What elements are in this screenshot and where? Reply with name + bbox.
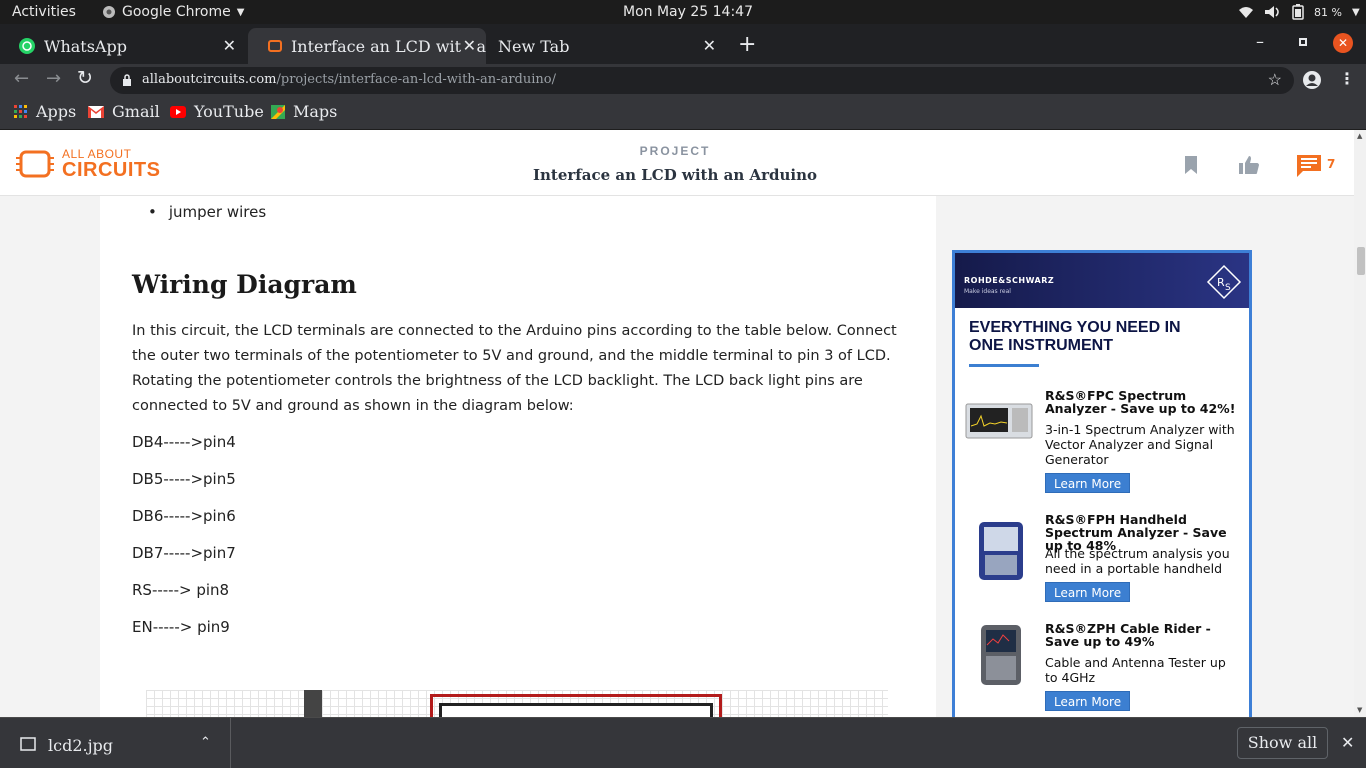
whatsapp-icon <box>19 38 35 54</box>
chip-logo-icon <box>16 150 54 178</box>
tab-interface-lcd[interactable]: Interface an LCD with a ✕ <box>248 28 486 64</box>
chevron-up-icon[interactable]: ⌃ <box>200 735 211 750</box>
lcd-outline <box>430 694 722 717</box>
battery-icon <box>1292 4 1304 20</box>
sidebar: ROHDE&SCHWARZ Make ideas real RS EVERYTH… <box>936 196 1276 717</box>
maps-icon <box>271 104 285 119</box>
download-bar: lcd2.jpg ⌃ Show all ✕ <box>0 717 1366 768</box>
gmail-icon <box>88 105 104 118</box>
section-heading: Wiring Diagram <box>132 270 357 299</box>
cable-rider-image <box>981 625 1021 685</box>
ad-divider <box>969 364 1039 367</box>
lock-icon <box>123 74 131 86</box>
download-item[interactable]: lcd2.jpg ⌃ <box>0 718 231 768</box>
learn-more-button[interactable]: Learn More <box>1045 473 1131 493</box>
learn-more-button[interactable]: Learn More <box>1045 582 1131 602</box>
handheld-analyzer-image <box>979 522 1023 580</box>
bookmark-youtube[interactable]: YouTube <box>170 102 264 121</box>
ad-banner: ROHDE&SCHWARZ Make ideas real RS <box>955 253 1249 308</box>
section-label: PROJECT <box>639 144 711 158</box>
show-all-button[interactable]: Show all <box>1237 727 1328 759</box>
ad-tagline: Make ideas real <box>964 288 1011 295</box>
close-download-bar-icon[interactable]: ✕ <box>1341 733 1354 752</box>
learn-more-button[interactable]: Learn More <box>1045 691 1131 711</box>
youtube-icon <box>170 105 186 118</box>
svg-text:R: R <box>1217 276 1225 289</box>
profile-icon[interactable] <box>1302 70 1322 90</box>
maximize-icon[interactable] <box>1299 38 1307 46</box>
minimize-icon[interactable]: – <box>1256 32 1264 51</box>
pin-mapping: DB6----->pin6 <box>132 507 236 525</box>
tab-close-icon[interactable]: ✕ <box>703 36 716 55</box>
os-top-bar: Activities Google Chrome ▼ Mon May 25 14… <box>0 0 1366 24</box>
chevron-down-icon: ▼ <box>1351 6 1360 18</box>
comments-icon[interactable] <box>1297 155 1321 177</box>
volume-icon <box>1265 6 1279 18</box>
article-content: • jumper wires Wiring Diagram In this cir… <box>100 196 936 717</box>
list-item: • jumper wires <box>148 203 267 221</box>
url-path: /projects/interface-an-lcd-with-an-ardui… <box>276 72 556 87</box>
chevron-down-icon: ▼ <box>236 6 245 18</box>
bookmark-icon[interactable] <box>1184 156 1198 174</box>
bookmark-star-icon[interactable]: ☆ <box>1268 70 1282 89</box>
forward-icon[interactable]: → <box>46 68 61 89</box>
spectrum-analyzer-image <box>965 403 1033 439</box>
pin-mapping: DB7----->pin7 <box>132 544 236 562</box>
web-page: ALL ABOUT CIRCUITS PROJECT Interface an … <box>0 130 1354 717</box>
bookmarks-bar: Apps Gmail YouTube Maps <box>0 96 1366 130</box>
pin-mapping: DB4----->pin4 <box>132 433 236 451</box>
tab-whatsapp[interactable]: WhatsApp ✕ <box>0 28 246 64</box>
bookmark-maps[interactable]: Maps <box>271 102 337 121</box>
logo-text-bottom: CIRCUITS <box>62 159 161 181</box>
tab-strip: WhatsApp ✕ Interface an LCD with a ✕ New… <box>0 24 1366 64</box>
new-tab-icon[interactable]: + <box>738 32 756 57</box>
bookmark-apps[interactable]: Apps <box>14 102 76 121</box>
svg-text:S: S <box>1225 283 1231 293</box>
breadboard-strip <box>304 690 322 717</box>
rs-logo-icon: RS <box>1206 264 1242 300</box>
comment-count[interactable]: 7 <box>1327 157 1335 171</box>
tab-close-icon[interactable]: ✕ <box>223 36 236 55</box>
page-title: Interface an LCD with an Arduino <box>533 166 817 184</box>
apps-grid-icon <box>14 104 27 118</box>
system-tray[interactable]: 81 % ▼ <box>1238 4 1360 20</box>
menu-kebab-icon[interactable]: ⋮ <box>1339 69 1355 88</box>
url-domain: allaboutcircuits.com <box>142 72 277 87</box>
ad-headline: EVERYTHING YOU NEED IN ONE INSTRUMENT <box>969 319 1181 354</box>
advertisement[interactable]: ROHDE&SCHWARZ Make ideas real RS EVERYTH… <box>952 250 1252 717</box>
tab-close-icon[interactable]: ✕ <box>460 36 476 55</box>
site-header: ALL ABOUT CIRCUITS PROJECT Interface an … <box>0 130 1354 196</box>
body-paragraph: In this circuit, the LCD terminals are c… <box>132 323 897 414</box>
reload-icon[interactable]: ↻ <box>77 67 93 89</box>
allaboutcircuits-favicon-icon <box>268 40 282 52</box>
pin-mapping: DB5----->pin5 <box>132 470 236 488</box>
thumbs-up-icon[interactable] <box>1239 156 1259 174</box>
site-logo[interactable]: ALL ABOUT CIRCUITS <box>16 147 160 181</box>
battery-percentage: 81 % <box>1314 5 1342 19</box>
address-bar[interactable]: allaboutcircuits.com/projects/interface-… <box>110 67 1294 94</box>
scroll-down-icon[interactable]: ▼ <box>1357 706 1362 714</box>
image-file-icon <box>20 737 36 751</box>
bookmark-gmail[interactable]: Gmail <box>88 102 160 121</box>
wiring-diagram-image[interactable] <box>146 690 888 717</box>
download-filename: lcd2.jpg <box>48 736 114 755</box>
tab-new-tab[interactable]: New Tab ✕ <box>480 28 726 64</box>
pin-mapping: EN-----> pin9 <box>132 618 230 636</box>
pin-mapping: RS-----> pin8 <box>132 581 230 599</box>
ad-brand: ROHDE&SCHWARZ <box>964 276 1055 285</box>
clock[interactable]: Mon May 25 14:47 <box>623 4 753 20</box>
scrollbar-thumb[interactable] <box>1357 247 1365 275</box>
activities-button[interactable]: Activities <box>12 4 76 20</box>
scroll-up-icon[interactable]: ▲ <box>1357 132 1362 140</box>
back-icon[interactable]: ← <box>14 68 29 89</box>
app-menu[interactable]: Google Chrome ▼ <box>102 4 244 20</box>
chrome-icon <box>103 6 115 18</box>
page-scrollbar[interactable]: ▲ ▼ <box>1354 130 1366 717</box>
close-window-icon[interactable]: ✕ <box>1333 33 1353 53</box>
browser-toolbar: ← → ↻ allaboutcircuits.com/projects/inte… <box>0 64 1366 96</box>
wifi-icon <box>1239 7 1253 18</box>
